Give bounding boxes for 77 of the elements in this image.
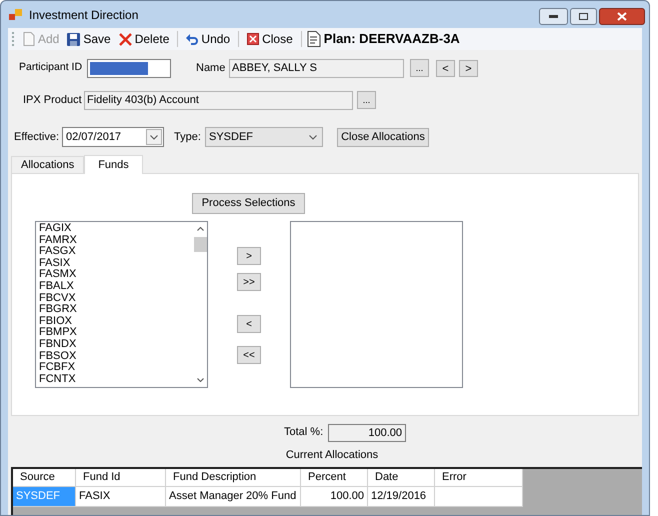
table-cell: FASIX xyxy=(76,486,166,506)
total-field: 100.00 xyxy=(328,424,406,442)
delete-icon xyxy=(118,32,132,46)
tab[interactable]: Funds xyxy=(84,155,143,174)
table-cell: 100.00 xyxy=(301,486,368,506)
toolbar-button[interactable]: Delete xyxy=(116,29,172,49)
column-header[interactable]: Source xyxy=(13,468,76,486)
previous-button[interactable]: < xyxy=(436,60,455,76)
table-cell: Asset Manager 20% Fund xyxy=(166,486,301,506)
scroll-up-icon xyxy=(196,227,204,231)
participant-id-field[interactable] xyxy=(87,58,171,78)
window-title: Investment Direction xyxy=(29,6,138,24)
field-label: Type: xyxy=(174,130,202,145)
list-item[interactable]: FASGX xyxy=(39,246,193,258)
field-label: IPX Product xyxy=(23,92,83,108)
field-label: Name xyxy=(196,60,226,76)
toolbar-button[interactable]: Undo xyxy=(183,29,234,49)
app-icon xyxy=(9,8,23,20)
column-header[interactable]: Percent xyxy=(301,468,368,486)
list-item[interactable]: FBNDX xyxy=(39,338,193,351)
list-item[interactable]: FBALX xyxy=(39,280,193,293)
list-item[interactable]: FBMPX xyxy=(39,327,193,339)
list-item[interactable]: FCBFX xyxy=(39,362,193,374)
list-item[interactable]: FASIX xyxy=(39,258,193,270)
minimize-button[interactable] xyxy=(539,8,568,25)
allocations-grid[interactable]: Source Fund Id Fund Description Percent Date Error SYSDEF FASIX Asset Manager 20% Fund 100.00 12/19/2016 xyxy=(11,466,642,515)
maximize-icon xyxy=(579,13,588,20)
document-icon xyxy=(306,31,321,47)
list-item[interactable]: FAMRX xyxy=(39,234,193,246)
section-title: Current Allocations xyxy=(286,448,378,463)
toolbar-button[interactable]: Close xyxy=(244,29,296,49)
close-icon xyxy=(617,12,627,21)
list-item[interactable]: FBCVX xyxy=(39,292,193,304)
column-header[interactable]: Fund Description xyxy=(166,468,301,486)
name-field: ABBEY, SALLY S xyxy=(229,58,404,78)
list-item[interactable]: FBIOX xyxy=(39,316,193,328)
scroll-thumb[interactable] xyxy=(194,237,206,252)
date-picker[interactable]: 02/07/2017 xyxy=(62,127,164,147)
field-label: Participant ID xyxy=(19,60,84,76)
lookup-button[interactable]: ... xyxy=(357,91,376,109)
type-dropdown[interactable]: SYSDEF xyxy=(205,127,323,147)
table-cell: SYSDEF xyxy=(13,486,76,506)
move-button[interactable]: < xyxy=(237,315,261,333)
save-icon xyxy=(67,32,80,46)
dropdown-icon xyxy=(150,134,158,140)
list-item[interactable]: FASMX xyxy=(39,269,193,281)
dropdown-icon xyxy=(309,134,317,140)
list-item[interactable]: FAGIX xyxy=(39,223,193,235)
undo-icon xyxy=(186,34,198,44)
page-icon xyxy=(23,32,35,46)
plan-label: Plan: DEERVAAZB-3A xyxy=(324,30,460,48)
available-funds-list[interactable]: FAGIX FAMRX FASGX FASIX FASMX FBALX FBCVX FBGRX FBIOX FBMPX FBNDX FBSOX FCBFX FCNTX xyxy=(35,221,208,388)
process-selections-button[interactable]: Process Selections xyxy=(192,193,305,214)
field-label: Effective: xyxy=(14,130,60,145)
scroll-down-icon xyxy=(196,378,204,382)
lookup-button[interactable]: ... xyxy=(410,59,429,77)
product-field: Fidelity 403(b) Account xyxy=(84,90,353,110)
column-header[interactable]: Date xyxy=(368,468,435,486)
selected-funds-list[interactable] xyxy=(290,221,463,388)
close-button[interactable] xyxy=(599,8,645,25)
list-item[interactable]: FBSOX xyxy=(39,350,193,362)
close-icon xyxy=(247,33,260,45)
move-button[interactable]: > xyxy=(237,247,261,265)
table-cell: 12/19/2016 xyxy=(368,486,435,506)
move-button[interactable]: >> xyxy=(237,273,261,291)
minimize-icon xyxy=(549,15,558,18)
move-button[interactable]: << xyxy=(237,346,261,364)
column-header[interactable]: Error xyxy=(435,468,523,486)
next-button[interactable]: > xyxy=(459,60,478,76)
list-item[interactable]: FBGRX xyxy=(39,304,193,316)
tab[interactable]: Allocations xyxy=(11,156,84,173)
list-item[interactable]: FCNTX xyxy=(39,374,193,386)
maximize-button[interactable] xyxy=(570,8,597,25)
field-label: Total %: xyxy=(284,425,324,440)
column-header[interactable]: Fund Id xyxy=(76,468,166,486)
close-allocations-button[interactable]: Close Allocations xyxy=(337,128,429,146)
toolbar-button[interactable]: Save xyxy=(64,29,114,49)
